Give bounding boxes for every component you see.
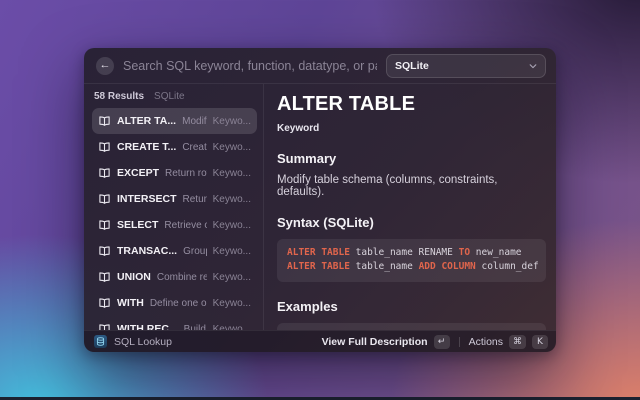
result-subtitle: Modify ta...: [182, 116, 207, 127]
list-item[interactable]: WITH Define one or m... Keywo...: [92, 290, 257, 316]
window-body: 58 Results SQLite ALTER TA... Modify ta..…: [84, 84, 556, 330]
book-icon: [98, 297, 111, 310]
list-item[interactable]: INTERSECT Return ro... Keywo...: [92, 186, 257, 212]
footer-bar: SQL Lookup View Full Description ↵ Actio…: [84, 330, 556, 352]
footer-actions: View Full Description ↵ Actions ⌘ K: [322, 335, 548, 349]
result-type: Keywo...: [213, 220, 251, 231]
results-count: 58 Results: [94, 91, 144, 102]
book-icon: [98, 271, 111, 284]
result-title: CREATE T...: [117, 141, 176, 153]
result-title: UNION: [117, 271, 151, 283]
result-subtitle: Retrieve colu...: [164, 220, 206, 231]
summary-heading: Summary: [277, 151, 546, 166]
results-sidebar: 58 Results SQLite ALTER TA... Modify ta..…: [84, 84, 264, 330]
arrow-left-icon: ←: [100, 60, 111, 71]
result-subtitle: Define one or m...: [150, 298, 207, 309]
list-item[interactable]: UNION Combine resul... Keywo...: [92, 264, 257, 290]
result-subtitle: Return ro...: [183, 194, 207, 205]
detail-title: ALTER TABLE: [277, 93, 546, 116]
book-icon: [98, 115, 111, 128]
result-type: Keywo...: [213, 142, 251, 153]
examples-heading: Examples: [277, 299, 546, 314]
result-type: Keywo...: [213, 272, 251, 283]
app-name: SQL Lookup: [114, 336, 172, 348]
search-header: ← SQLite: [84, 48, 556, 84]
results-list: ALTER TA...Modify ta...Keywo...CREATE T.…: [92, 108, 257, 330]
result-subtitle: Return rows f...: [165, 168, 207, 179]
book-icon: [98, 193, 111, 206]
syntax-code-block: ALTER TABLE table_name RENAME TO new_nam…: [277, 239, 546, 282]
cmd-key-badge: ⌘: [509, 335, 526, 349]
syntax-heading: Syntax (SQLite): [277, 215, 546, 230]
list-item[interactable]: TRANSAC... Group st... Keywo...: [92, 238, 257, 264]
result-type: Keywo...: [213, 116, 251, 127]
list-item[interactable]: ALTER TA... Modify ta... Keywo...: [92, 108, 257, 134]
list-item[interactable]: EXCEPT Return rows f... Keywo...: [92, 160, 257, 186]
result-title: EXCEPT: [117, 167, 159, 179]
results-engine-label: SQLite: [154, 91, 185, 102]
detail-type-badge: Keyword: [277, 123, 546, 134]
database-icon: [94, 335, 107, 348]
result-title: SELECT: [117, 219, 158, 231]
result-title: ALTER TA...: [117, 115, 176, 127]
result-type: Keywo...: [213, 298, 251, 309]
actions-button[interactable]: Actions: [469, 336, 503, 348]
result-type: Keywo...: [213, 194, 251, 205]
result-subtitle: Group st...: [183, 246, 207, 257]
result-type: Keywo...: [213, 168, 251, 179]
return-key-badge: ↵: [434, 335, 450, 349]
search-input[interactable]: [123, 59, 377, 73]
footer-divider: [459, 337, 460, 347]
list-item[interactable]: CREATE T... Create a... Keywo...: [92, 134, 257, 160]
result-title: INTERSECT: [117, 193, 177, 205]
result-title: WITH: [117, 297, 144, 309]
chevron-down-icon: [529, 62, 537, 70]
result-title: WITH REC...: [117, 323, 178, 330]
result-subtitle: Build rec...: [184, 324, 207, 331]
detail-panel: ALTER TABLE Keyword Summary Modify table…: [264, 84, 556, 330]
result-subtitle: Create a...: [182, 142, 206, 153]
examples-code-block: ALTER TABLE users ADD COLUMN last_login …: [277, 323, 546, 331]
list-item[interactable]: SELECT Retrieve colu... Keywo...: [92, 212, 257, 238]
summary-text: Modify table schema (columns, constraint…: [277, 174, 546, 198]
book-icon: [98, 245, 111, 258]
book-icon: [98, 219, 111, 232]
engine-dropdown[interactable]: SQLite: [386, 54, 546, 78]
book-icon: [98, 323, 111, 331]
book-icon: [98, 141, 111, 154]
list-item[interactable]: WITH REC... Build rec... Keywo...: [92, 316, 257, 330]
engine-dropdown-value: SQLite: [395, 60, 523, 72]
result-title: TRANSAC...: [117, 245, 177, 257]
view-full-description-button[interactable]: View Full Description: [322, 336, 428, 348]
results-header: 58 Results SQLite: [92, 91, 257, 108]
book-icon: [98, 167, 111, 180]
sql-lookup-window: ← SQLite 58 Results SQLite ALTER TA... Mo…: [84, 48, 556, 352]
result-type: Keywo...: [213, 246, 251, 257]
k-key-badge: K: [532, 335, 548, 349]
back-button[interactable]: ←: [96, 57, 114, 75]
result-subtitle: Combine resul...: [157, 272, 207, 283]
result-type: Keywo...: [213, 324, 251, 331]
